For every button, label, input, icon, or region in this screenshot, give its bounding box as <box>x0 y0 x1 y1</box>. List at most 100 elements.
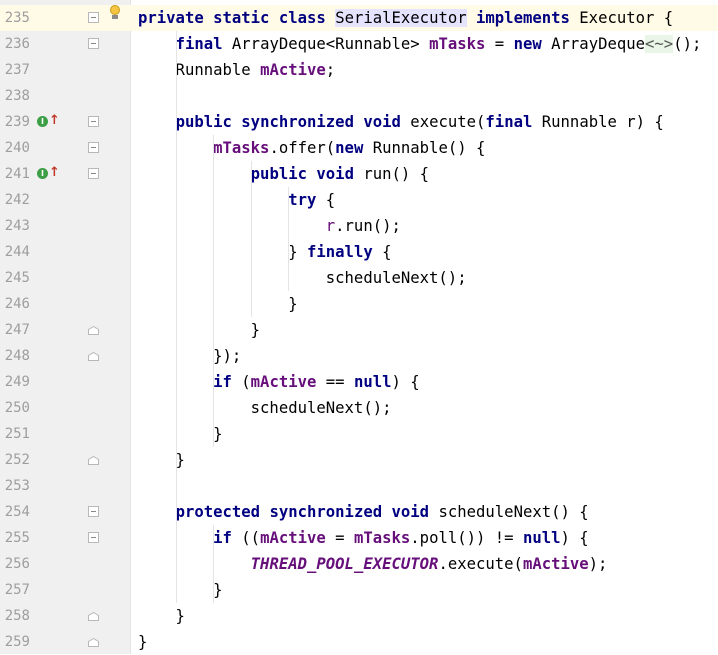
code-line-246[interactable]: 246 } <box>0 291 718 317</box>
token-fld: mActive <box>260 529 326 547</box>
line-number[interactable]: 238 <box>0 83 30 109</box>
line-number[interactable]: 248 <box>0 343 30 369</box>
code-line-253[interactable]: 253 <box>0 473 718 499</box>
code-text[interactable]: public void run() { <box>138 161 429 187</box>
line-number[interactable]: 236 <box>0 31 30 57</box>
fold-start-icon[interactable] <box>88 142 99 153</box>
code-text[interactable]: private static class SerialExecutor impl… <box>138 5 673 31</box>
code-text[interactable]: } <box>138 577 222 603</box>
code-text[interactable]: mTasks.offer(new Runnable() { <box>138 135 485 161</box>
line-number[interactable]: 235 <box>0 5 30 31</box>
line-number[interactable]: 244 <box>0 239 30 265</box>
override-method-icon[interactable]: I ↑ <box>37 114 60 130</box>
code-line-252[interactable]: 252 } <box>0 447 718 473</box>
code-text[interactable]: } <box>138 629 147 655</box>
code-text[interactable]: THREAD_POOL_EXECUTOR.execute(mActive); <box>138 551 608 577</box>
code-line-244[interactable]: 244 } finally { <box>0 239 718 265</box>
code-line-243[interactable]: 243 r.run(); <box>0 213 718 239</box>
line-number[interactable]: 241 <box>0 161 30 187</box>
line-number[interactable]: 251 <box>0 421 30 447</box>
code-line-250[interactable]: 250 scheduleNext(); <box>0 395 718 421</box>
code-line-235[interactable]: 235 private static class SerialExecutor i… <box>0 5 718 31</box>
code-line-241[interactable]: 241 public void run() { <box>0 161 718 187</box>
code-text[interactable]: } <box>138 603 185 629</box>
code-line-256[interactable]: 256 THREAD_POOL_EXECUTOR.execute(mActive… <box>0 551 718 577</box>
line-number[interactable]: 250 <box>0 395 30 421</box>
line-number[interactable]: 256 <box>0 551 30 577</box>
line-number[interactable]: 245 <box>0 265 30 291</box>
token: { <box>316 191 336 209</box>
intention-bulb-icon[interactable] <box>109 5 121 21</box>
token: Executor { <box>569 9 674 27</box>
line-number[interactable]: 254 <box>0 499 30 525</box>
code-line-257[interactable]: 257 } <box>0 577 718 603</box>
code-text[interactable]: if ((mActive = mTasks.poll()) != null) { <box>138 525 589 551</box>
code-text[interactable]: try { <box>138 187 335 213</box>
code-text[interactable]: } <box>138 447 185 473</box>
fold-start-icon[interactable] <box>88 12 99 23</box>
code-text[interactable]: } <box>138 421 222 447</box>
line-number[interactable]: 257 <box>0 577 30 603</box>
fold-end-icon[interactable] <box>88 456 99 465</box>
code-text[interactable]: Runnable mActive; <box>138 57 336 83</box>
code-editor[interactable]: 235 private static class SerialExecutor i… <box>0 0 718 654</box>
fold-start-icon[interactable] <box>88 168 99 179</box>
line-number[interactable]: 242 <box>0 187 30 213</box>
code-line-245[interactable]: 245 scheduleNext(); <box>0 265 718 291</box>
line-number[interactable]: 258 <box>0 603 30 629</box>
code-line-254[interactable]: 254 protected synchronized void schedule… <box>0 499 718 525</box>
override-method-icon[interactable]: I ↑ <box>37 166 60 182</box>
token-kw: if <box>213 373 232 391</box>
line-number[interactable]: 237 <box>0 57 30 83</box>
code-line-240[interactable]: 240 mTasks.offer(new Runnable() { <box>0 135 718 161</box>
code-text[interactable]: public synchronized void execute(final R… <box>138 109 664 135</box>
line-number[interactable]: 246 <box>0 291 30 317</box>
code-line-249[interactable]: 249 if (mActive == null) { <box>0 369 718 395</box>
code-line-237[interactable]: 237 Runnable mActive; <box>0 57 718 83</box>
fold-start-icon[interactable] <box>88 532 99 543</box>
line-number[interactable]: 249 <box>0 369 30 395</box>
code-line-259[interactable]: 259} <box>0 629 718 655</box>
code-text[interactable]: r.run(); <box>138 213 401 239</box>
line-number[interactable]: 252 <box>0 447 30 473</box>
token-kw: private <box>138 9 204 27</box>
token-fold[interactable]: <~> <box>645 35 674 53</box>
code-line-248[interactable]: 248 }); <box>0 343 718 369</box>
token: } <box>138 295 298 313</box>
line-number[interactable]: 255 <box>0 525 30 551</box>
code-text[interactable]: }); <box>138 343 241 369</box>
fold-start-icon[interactable] <box>88 506 99 517</box>
fold-end-icon[interactable] <box>88 638 99 647</box>
line-number[interactable]: 240 <box>0 135 30 161</box>
code-text[interactable]: } <box>138 317 260 343</box>
token: Runnable r) { <box>532 113 664 131</box>
code-line-258[interactable]: 258 } <box>0 603 718 629</box>
fold-end-icon[interactable] <box>88 352 99 361</box>
line-number[interactable]: 247 <box>0 317 30 343</box>
token: Runnable() { <box>363 139 486 157</box>
code-text[interactable]: } <box>138 291 298 317</box>
fold-end-icon[interactable] <box>88 612 99 621</box>
code-line-238[interactable]: 238 <box>0 83 718 109</box>
line-number[interactable]: 259 <box>0 629 30 655</box>
code-line-236[interactable]: 236 final ArrayDeque<Runnable> mTasks = … <box>0 31 718 57</box>
code-line-251[interactable]: 251 } <box>0 421 718 447</box>
code-line-255[interactable]: 255 if ((mActive = mTasks.poll()) != nul… <box>0 525 718 551</box>
code-text[interactable]: if (mActive == null) { <box>138 369 420 395</box>
code-line-239[interactable]: 239 public synchronized void execute(fin… <box>0 109 718 135</box>
fold-start-icon[interactable] <box>88 116 99 127</box>
line-number[interactable]: 239 <box>0 109 30 135</box>
code-text[interactable]: final ArrayDeque<Runnable> mTasks = new … <box>138 31 701 57</box>
code-text[interactable]: scheduleNext(); <box>138 265 467 291</box>
code-line-247[interactable]: 247 } <box>0 317 718 343</box>
fold-start-icon[interactable] <box>88 38 99 49</box>
line-number[interactable]: 243 <box>0 213 30 239</box>
code-text[interactable]: protected synchronized void scheduleNext… <box>138 499 589 525</box>
line-number[interactable]: 253 <box>0 473 30 499</box>
token-fld: mActive <box>522 555 589 573</box>
fold-end-icon[interactable] <box>88 326 99 335</box>
code-line-242[interactable]: 242 try { <box>0 187 718 213</box>
